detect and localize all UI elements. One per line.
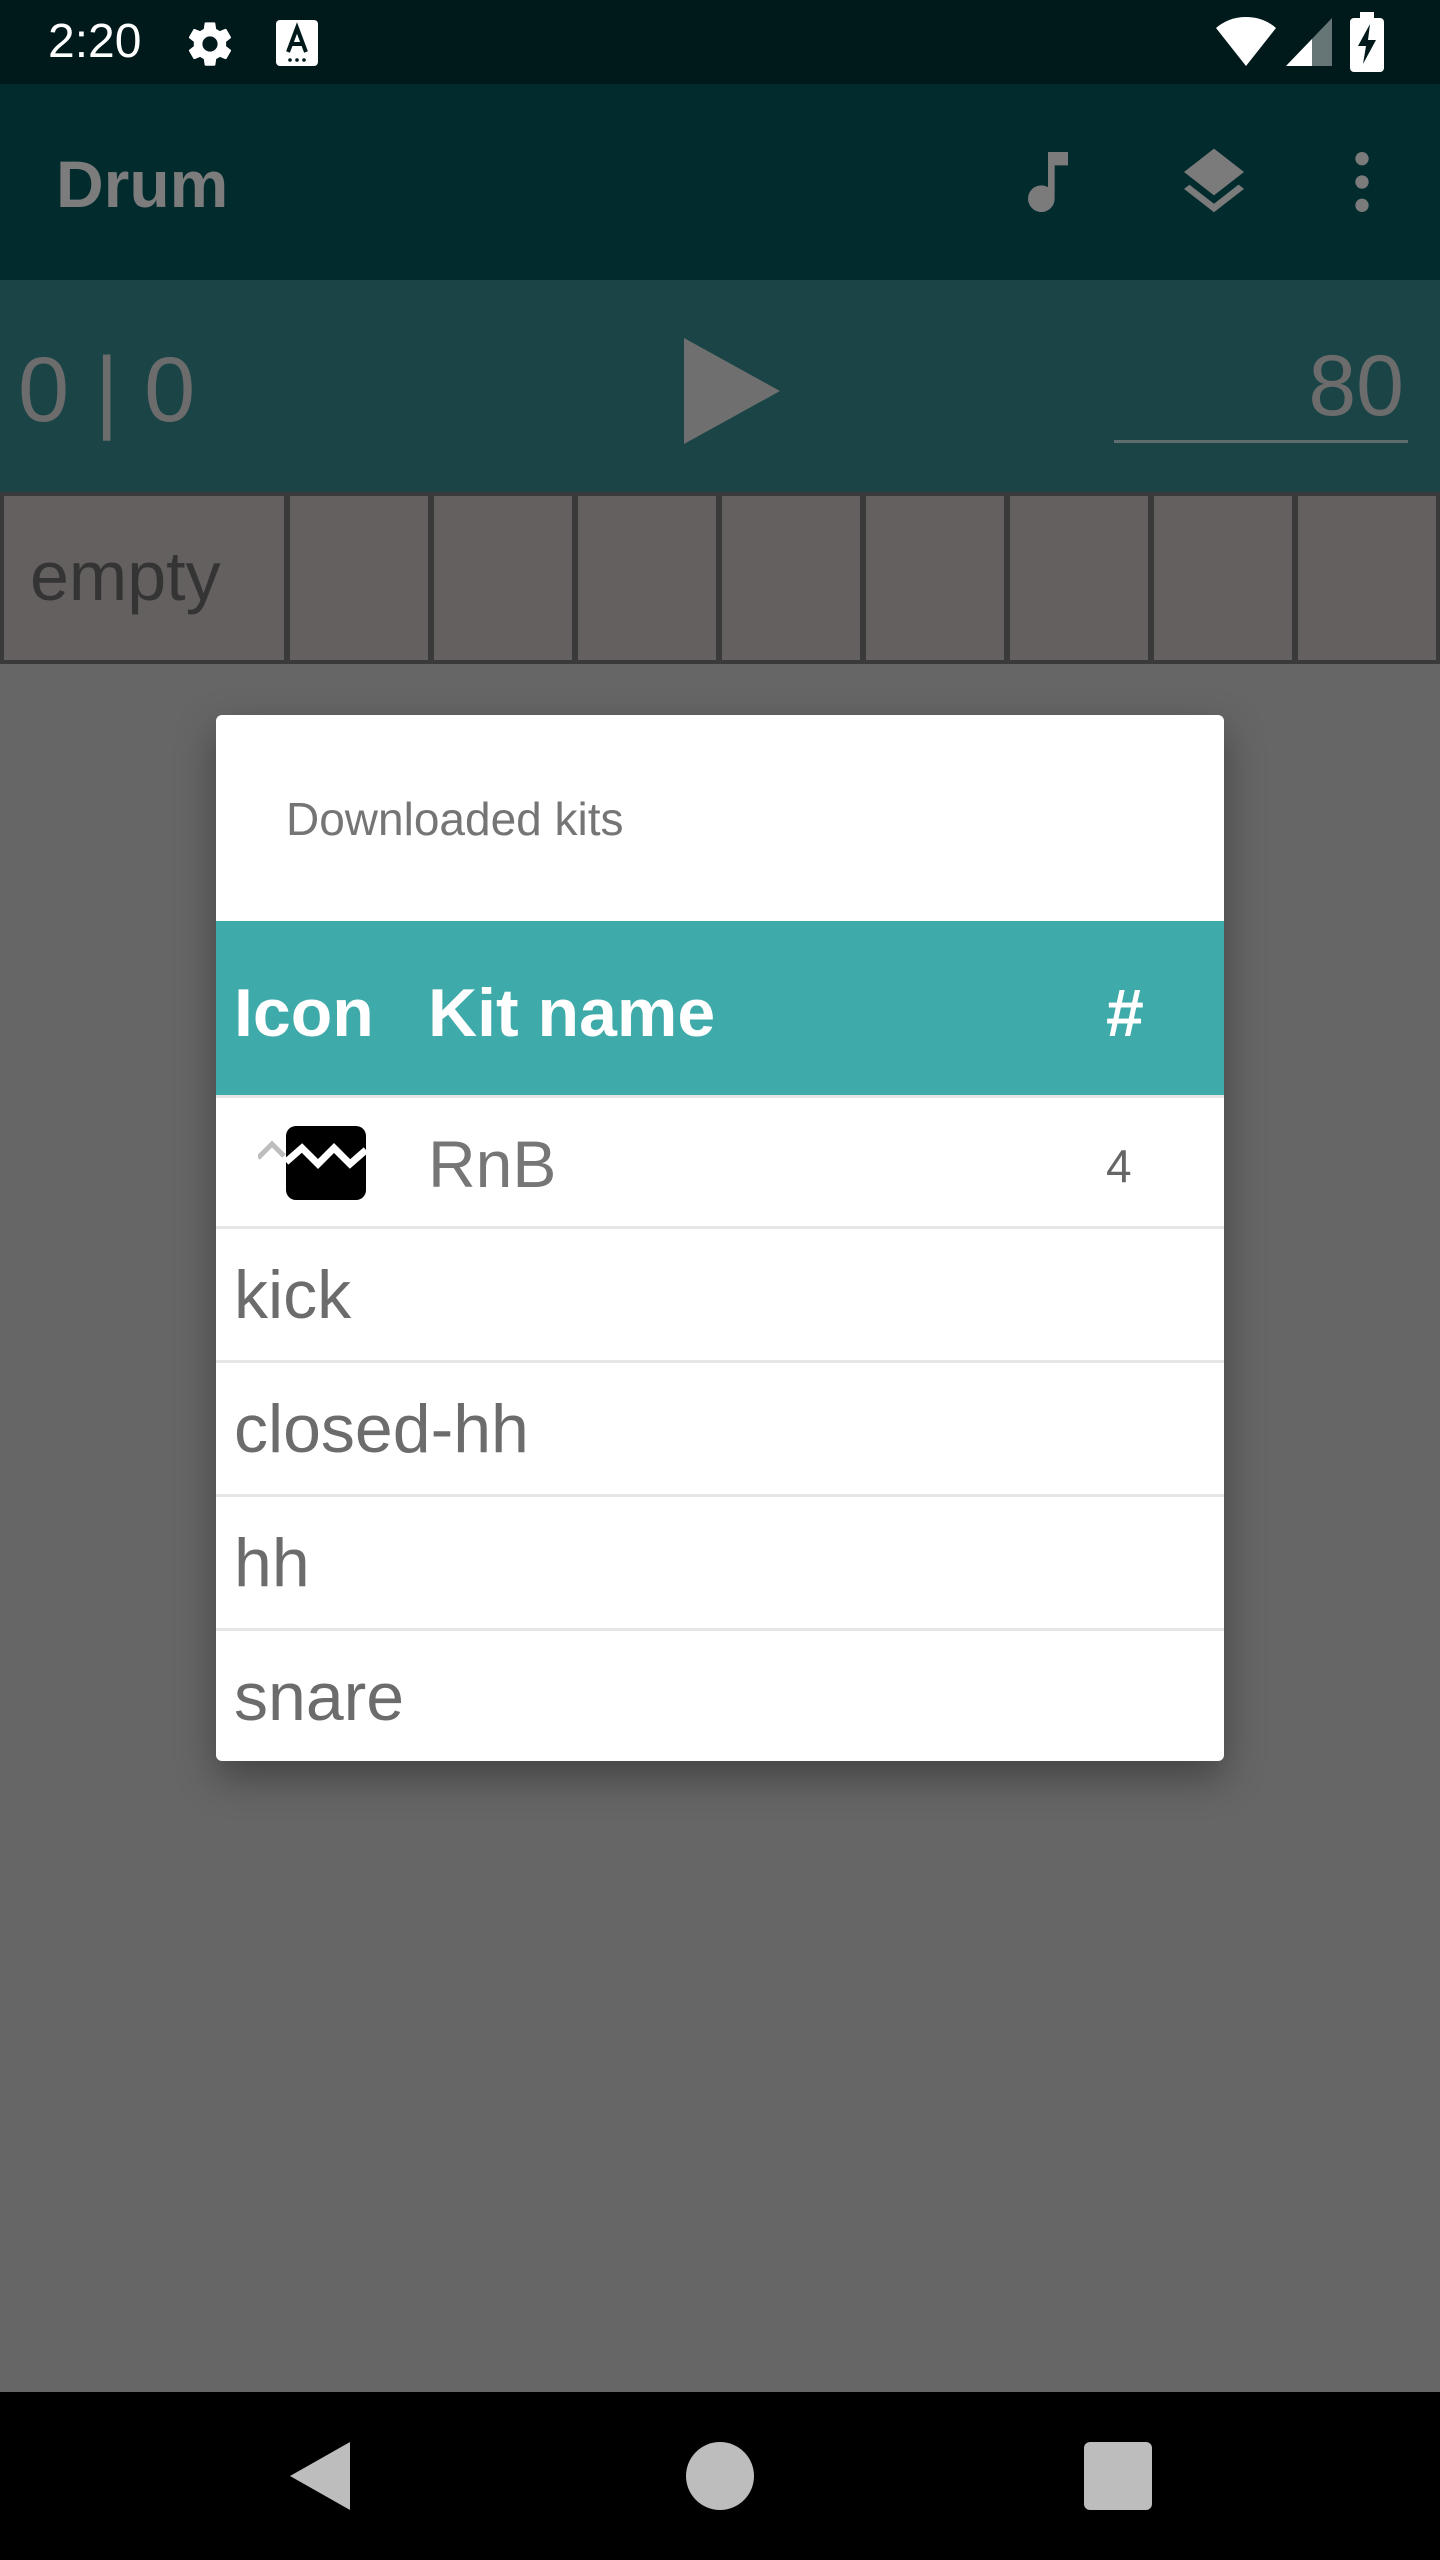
back-icon[interactable]	[278, 2434, 362, 2518]
sound-row[interactable]: snare	[216, 1631, 1224, 1761]
play-icon[interactable]	[680, 336, 784, 446]
sound-label: closed-hh	[234, 1391, 529, 1467]
pad[interactable]	[722, 496, 860, 660]
header-kit-name: Kit name	[428, 975, 716, 1051]
recents-icon[interactable]	[1076, 2434, 1160, 2518]
navigation-bar	[0, 2392, 1440, 2560]
layers-icon[interactable]	[1174, 142, 1254, 222]
sound-row[interactable]: kick	[216, 1229, 1224, 1363]
keyboard-a-icon	[276, 20, 318, 66]
signal-icon	[1286, 18, 1332, 66]
pad[interactable]	[578, 496, 716, 660]
pad[interactable]	[1154, 496, 1292, 660]
pad[interactable]	[434, 496, 572, 660]
status-time: 2:20	[48, 15, 142, 68]
pad[interactable]	[1298, 496, 1436, 660]
pad-label: empty	[30, 537, 221, 615]
app-bar: Drum	[0, 84, 1440, 280]
downloaded-kits-dialog: Downloaded kits Icon Kit name # RnB 4 ki…	[216, 715, 1224, 1761]
sound-row[interactable]: closed-hh	[216, 1363, 1224, 1497]
header-icon: Icon	[234, 975, 374, 1051]
pad[interactable]	[1010, 496, 1148, 660]
wifi-icon	[1216, 17, 1276, 66]
pad[interactable]	[866, 496, 1004, 660]
battery-charging-icon	[1350, 12, 1384, 72]
pad-row: empty	[0, 492, 1440, 664]
pad-empty[interactable]: empty	[4, 496, 284, 660]
pad[interactable]	[290, 496, 428, 660]
sound-label: kick	[234, 1257, 352, 1333]
transport-bar: 0 | 0 80	[0, 280, 1440, 492]
sound-label: snare	[234, 1659, 405, 1735]
music-note-icon[interactable]	[1008, 142, 1088, 222]
status-bar: 2:20	[0, 0, 1440, 84]
kit-row[interactable]: RnB 4	[216, 1095, 1224, 1229]
sound-row[interactable]: hh	[216, 1497, 1224, 1631]
kit-name: RnB	[428, 1127, 557, 1201]
broken-image-icon	[258, 1126, 368, 1200]
sound-label: hh	[234, 1525, 310, 1601]
table-header: Icon Kit name #	[216, 921, 1224, 1095]
more-vert-icon[interactable]	[1322, 142, 1402, 222]
kit-sound-count: 4	[1106, 1140, 1132, 1192]
tempo-input[interactable]: 80	[1114, 328, 1408, 443]
app-title: Drum	[56, 147, 229, 221]
tempo-value: 80	[1308, 338, 1404, 434]
home-icon[interactable]	[678, 2434, 762, 2518]
beat-counter: 0 | 0	[18, 339, 196, 441]
gear-icon	[188, 22, 232, 66]
header-count: #	[1106, 975, 1144, 1051]
dialog-title: Downloaded kits	[286, 793, 624, 845]
